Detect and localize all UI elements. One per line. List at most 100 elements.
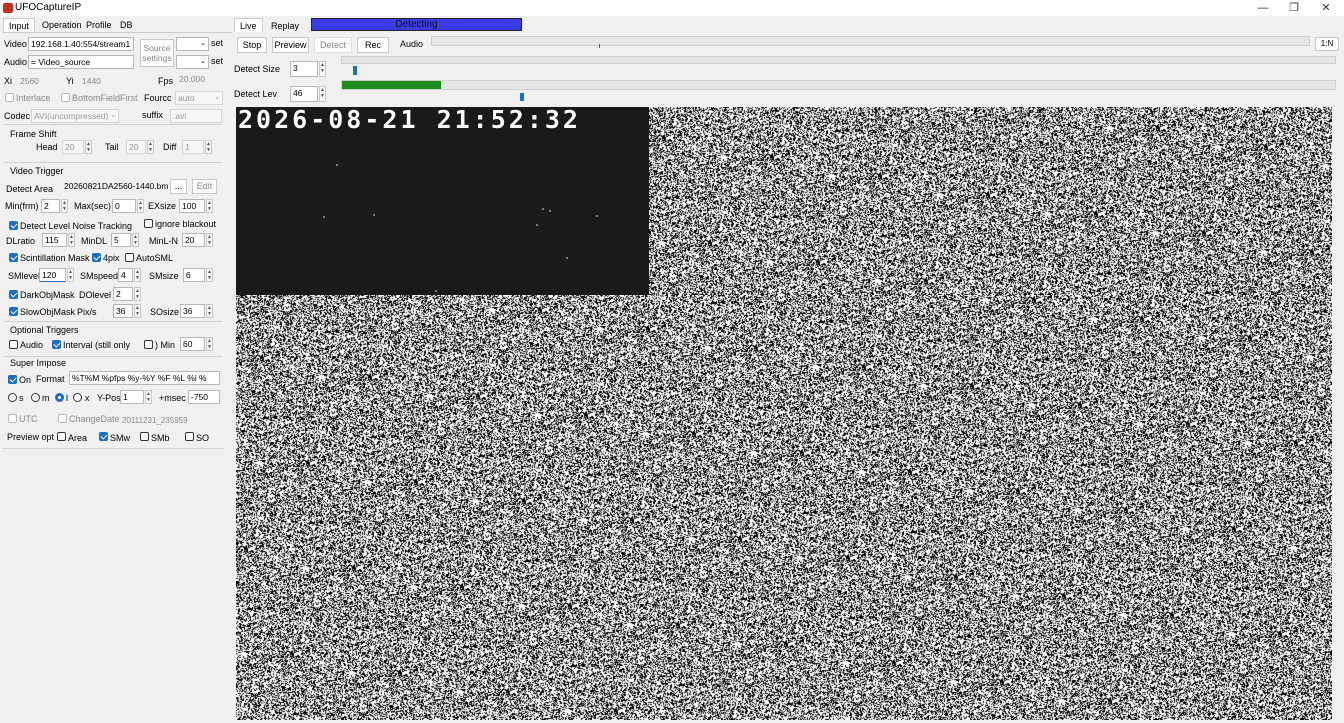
max-sec-spinner[interactable]: ▲ ▼ [137,199,144,213]
rec-button[interactable]: Rec [357,37,389,53]
msec-input[interactable]: -750 [188,390,220,404]
preview-so-checkbox[interactable] [185,432,194,441]
source-settings-button[interactable]: Source settings [140,39,174,67]
pixs-input[interactable]: 36 [113,304,133,318]
fourcc-select[interactable]: auto ⌄ [175,91,223,105]
radio-x[interactable] [73,393,82,402]
exsize-input[interactable]: 100 [179,199,205,213]
min-frm-spinner[interactable]: ▲ ▼ [61,199,68,213]
interval-min-input[interactable]: 60 [180,337,205,351]
smspeed-input[interactable]: 4 [118,268,133,282]
ratio-button[interactable]: 1:N [1315,37,1339,51]
head-input[interactable]: 20 [62,140,84,154]
video-device-select[interactable]: ⌄ [176,37,209,51]
tab-operation[interactable]: Operation [37,18,87,32]
detect-size-input[interactable]: 3 [290,61,318,77]
maximize-icon[interactable]: ❐ [1279,0,1309,16]
detect-button[interactable]: Detect [314,37,352,53]
smlevel-input[interactable]: 120 [39,268,66,282]
radio-s[interactable] [8,393,17,402]
mindl-spinner[interactable]: ▲ ▼ [132,233,139,247]
live-video-view[interactable]: 2026-08-21 21:52:32 [236,107,1332,720]
slowobjmask-checkbox[interactable] [9,307,18,316]
stop-button[interactable]: Stop [237,37,267,53]
sosize-spinner[interactable]: ▲ ▼ [206,304,213,318]
minln-input[interactable]: 20 [182,233,205,247]
format-input[interactable]: %T%M %pfps %y-%Y %F %L %i % [69,371,220,385]
audio-set-button[interactable]: set [210,55,224,69]
detect-size-spinner[interactable]: ▲ ▼ [319,61,326,77]
tail-spinner[interactable]: ▲ ▼ [147,140,154,154]
fourpix-checkbox[interactable] [92,253,101,262]
smsize-input[interactable]: 6 [183,268,205,282]
preview-smb-checkbox[interactable] [140,432,149,441]
preview-area-checkbox[interactable] [57,432,66,441]
interval-checkbox[interactable] [52,340,61,349]
radio-m[interactable] [31,393,40,402]
audio-source-input[interactable]: = Video_source [28,55,134,69]
detect-area-browse-button[interactable]: ... [170,179,187,194]
autosml-checkbox[interactable] [125,253,134,262]
preview-button[interactable]: Preview [272,37,309,53]
tail-input[interactable]: 20 [126,140,146,154]
min-frm-input[interactable]: 2 [41,199,60,213]
close-icon[interactable]: ✕ [1311,0,1341,16]
smspeed-spinner[interactable]: ▲ ▼ [134,268,141,282]
diff-spinner[interactable]: ▲ ▼ [205,140,212,154]
tab-profile[interactable]: Profile [81,18,117,32]
interval-min-spinner[interactable]: ▲ ▼ [206,337,213,351]
suffix-input[interactable]: .avi [170,109,222,123]
minln-spinner[interactable]: ▲ ▼ [206,233,213,247]
dratio-spinner[interactable]: ▲ ▼ [68,233,75,247]
darkobjmask-checkbox[interactable] [9,290,18,299]
head-spinner[interactable]: ▲ ▼ [85,140,92,154]
ypos-spinner[interactable]: ▲ ▼ [145,390,152,404]
radio-l[interactable] [55,393,64,402]
interlace-label: Interlace [16,93,51,103]
interlace-checkbox[interactable] [5,93,14,102]
sosize-input[interactable]: 36 [180,304,205,318]
dolevel-input[interactable]: 2 [113,287,133,301]
detect-size-slider-thumb[interactable] [352,66,357,75]
change-date-checkbox[interactable] [58,414,67,423]
video-source-input[interactable]: 192.168.1.40:554/stream1 [28,37,134,51]
tab-divider [2,32,232,33]
exsize-spinner[interactable]: ▲ ▼ [206,199,213,213]
ignore-blackout-checkbox[interactable] [144,219,153,228]
smsize-spinner[interactable]: ▲ ▼ [206,268,213,282]
detect-area-edit-button[interactable]: Edit [192,179,217,194]
smlevel-spinner[interactable]: ▲ ▼ [67,268,74,282]
interval-min-checkbox[interactable] [144,340,153,349]
audio-trigger-checkbox[interactable] [9,340,18,349]
tab-db[interactable]: DB [115,18,138,32]
dolevel-spinner[interactable]: ▲ ▼ [134,287,141,301]
chevron-down-icon: ⌄ [214,94,220,101]
fourpix-label: 4pix [103,253,120,263]
detect-lev-slider-thumb[interactable] [520,93,525,101]
preview-smw-checkbox[interactable] [99,432,108,441]
super-impose-on-checkbox[interactable] [8,375,17,384]
mindl-input[interactable]: 5 [111,233,131,247]
bottom-field-first-checkbox[interactable] [61,93,70,102]
detect-lev-spinner[interactable]: ▲ ▼ [319,86,326,102]
pixs-spinner[interactable]: ▲ ▼ [134,304,141,318]
scintillation-mask-checkbox[interactable] [9,253,18,262]
video-set-button[interactable]: set [210,37,224,51]
ypos-input[interactable]: 1 [120,390,144,404]
smlevel-label: SMlevel [8,271,41,281]
diff-input[interactable]: 1 [182,140,204,154]
audio-device-select[interactable]: ⌄ [176,55,209,69]
codec-select[interactable]: AVI(uncompressed) ⌄ [31,109,119,123]
dratio-input[interactable]: 115 [42,233,67,247]
detect-level-noise-checkbox[interactable] [9,221,18,230]
tab-input[interactable]: Input [3,18,36,32]
super-impose-on-label: On [19,375,32,385]
tab-live[interactable]: Live [234,18,263,32]
detect-size-slider[interactable] [341,56,1336,64]
utc-checkbox[interactable] [8,414,17,423]
max-sec-input[interactable]: 0 [112,199,136,213]
minimize-icon[interactable]: — [1248,0,1278,16]
tab-replay[interactable]: Replay [266,19,304,33]
detect-lev-input[interactable]: 46 [290,86,318,102]
darkobjmask-label: DarkObjMask [20,290,75,300]
